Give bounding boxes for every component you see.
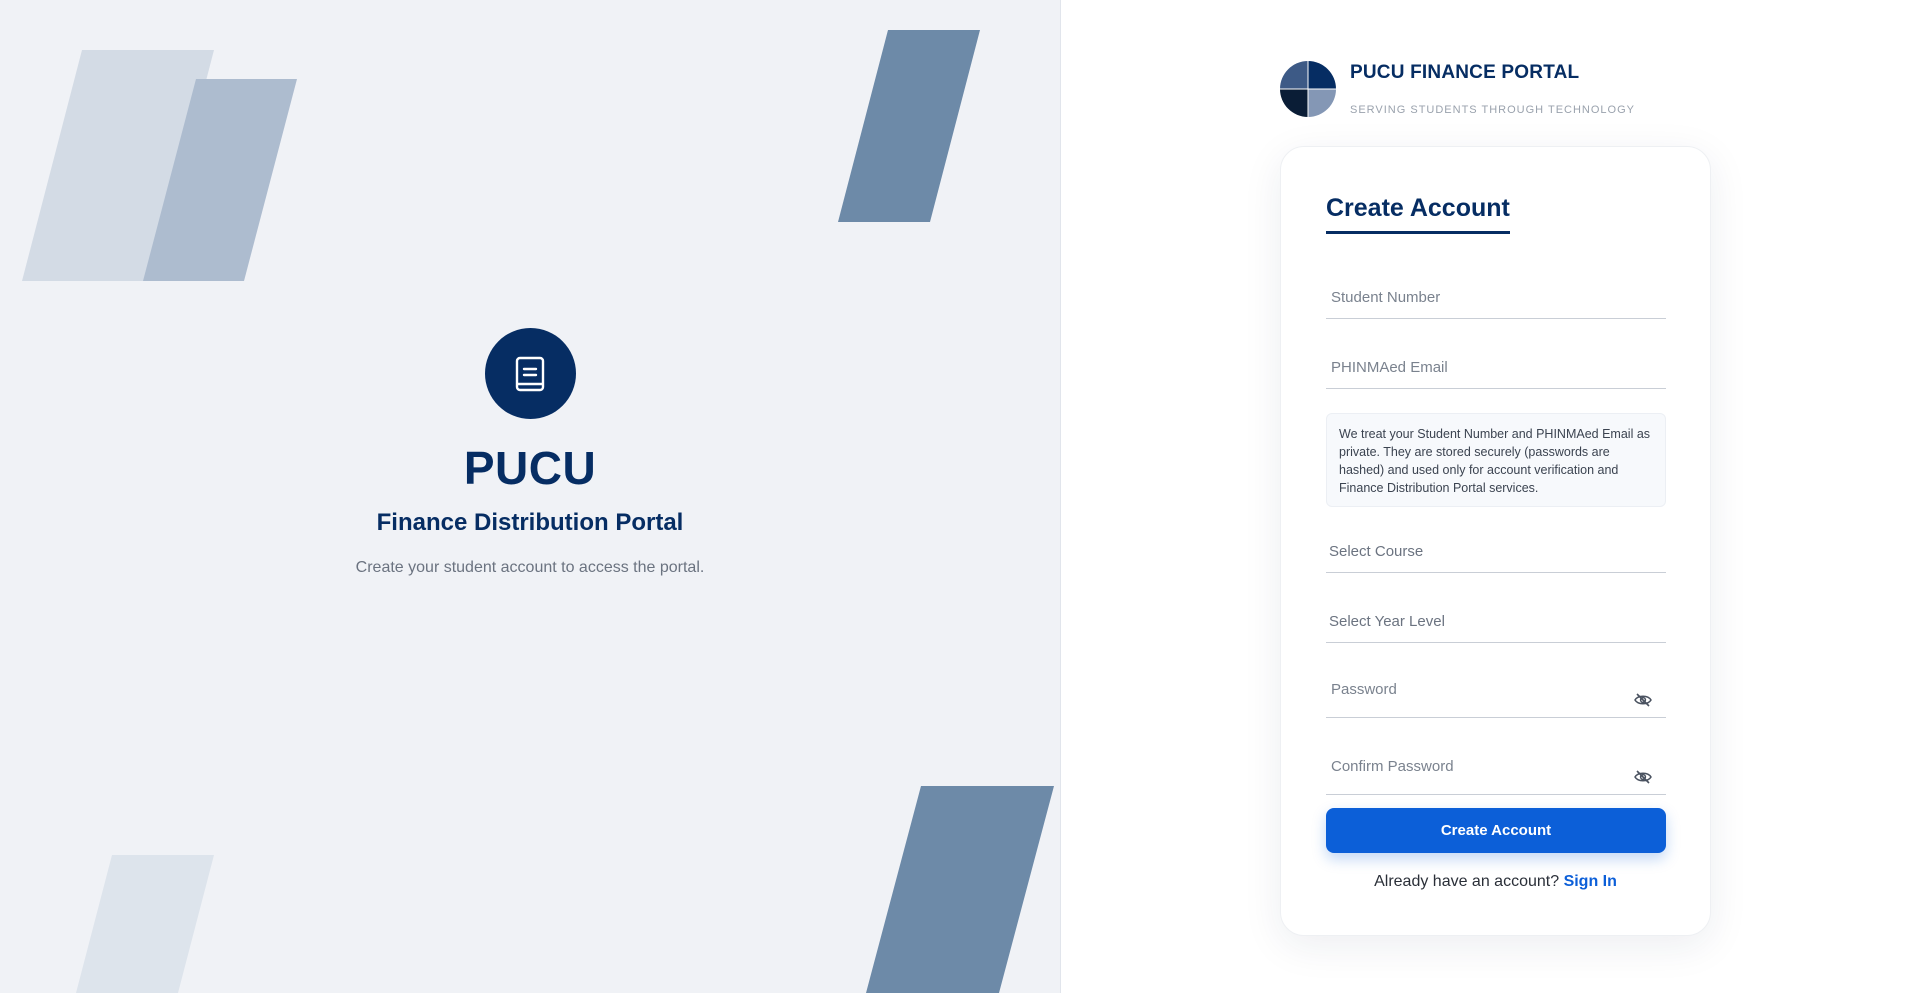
confirm-password-field [1326,748,1666,795]
password-input[interactable] [1326,681,1666,698]
signup-page: PUCU Finance Distribution Portal Create … [0,0,1920,993]
brand-logo [1280,61,1336,117]
signin-prompt: Already have an account? Sign In [1281,873,1710,891]
hero-title: PUCU [463,442,597,494]
create-account-button[interactable]: Create Account [1326,808,1666,853]
decorative-shape [838,30,980,222]
year-level-select[interactable]: Select Year Level [1326,613,1666,630]
decorative-shape [76,855,214,993]
brand-tagline: SERVING STUDENTS THROUGH TECHNOLOGY [1350,104,1635,116]
email-field [1326,347,1666,389]
signup-card: Create Account We treat your Student Num… [1280,146,1711,936]
sign-in-link[interactable]: Sign In [1564,873,1617,890]
brand-header: PUCU FINANCE PORTAL SERVING STUDENTS THR… [1280,61,1635,117]
book-icon [515,356,545,391]
course-select[interactable]: Select Course [1326,543,1666,560]
hero-description: Create your student account to access th… [355,559,705,576]
course-field: Select Course [1326,531,1666,573]
right-form-panel: PUCU FINANCE PORTAL SERVING STUDENTS THR… [1061,0,1920,993]
brand-name: PUCU FINANCE PORTAL [1350,62,1580,83]
student-number-field [1326,277,1666,319]
email-input[interactable] [1326,359,1666,376]
eye-slash-icon[interactable] [1634,770,1652,784]
student-number-input[interactable] [1326,289,1666,306]
confirm-password-input[interactable] [1326,758,1666,775]
left-hero-panel: PUCU Finance Distribution Portal Create … [0,0,1061,993]
year-level-field: Select Year Level [1326,601,1666,643]
hero-logo-circle [484,328,576,419]
eye-slash-icon[interactable] [1634,693,1652,707]
hero-subtitle: Finance Distribution Portal [376,509,684,536]
have-account-text: Already have an account? [1374,873,1560,890]
decorative-shape [866,786,1054,993]
password-field [1326,671,1666,718]
privacy-notice: We treat your Student Number and PHINMAe… [1326,413,1666,507]
form-title: Create Account [1326,194,1510,234]
hero-block: PUCU Finance Distribution Portal Create … [0,328,1060,577]
quadrant-logo-icon [1280,61,1336,117]
